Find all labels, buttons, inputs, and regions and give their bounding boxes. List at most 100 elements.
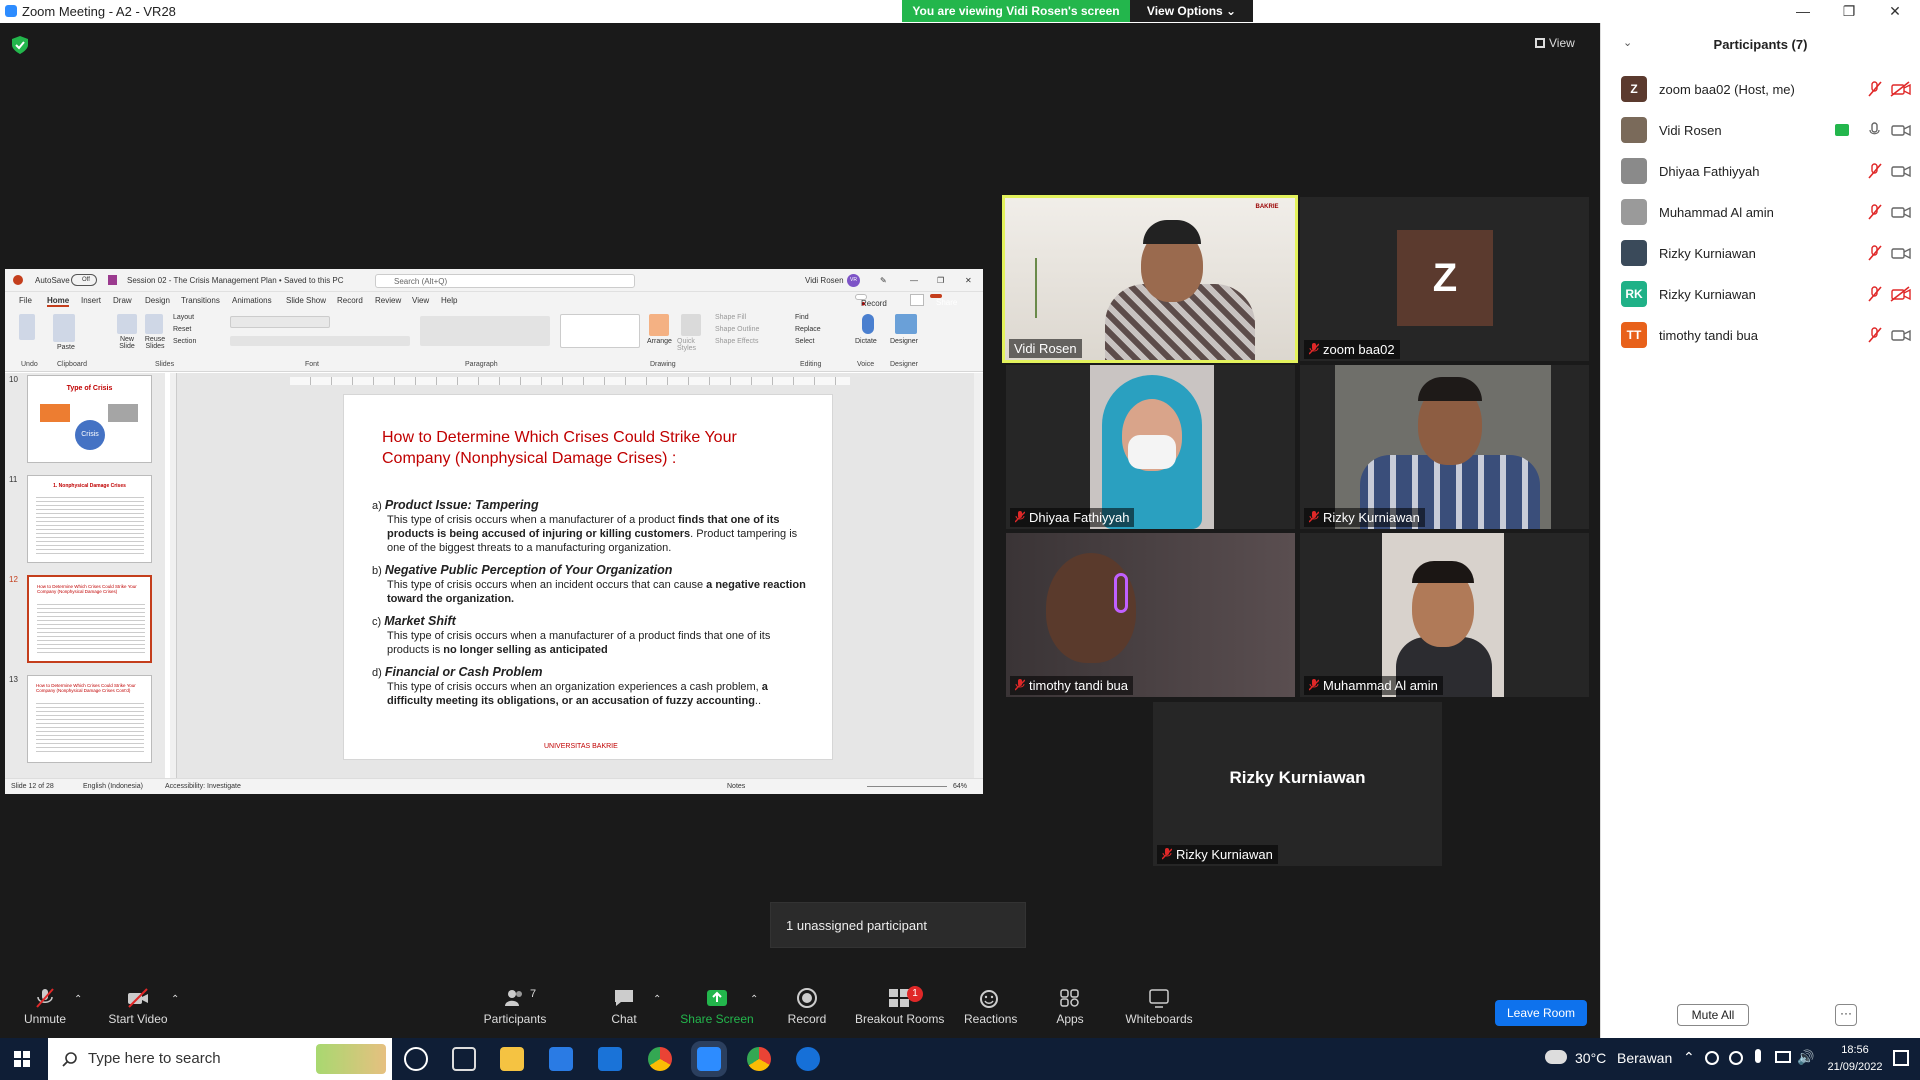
- font-name-dropdown[interactable]: [230, 316, 330, 328]
- cortana-icon[interactable]: [404, 1047, 428, 1071]
- chrome-icon-2[interactable]: [747, 1047, 771, 1071]
- record-button[interactable]: Record: [785, 988, 829, 1036]
- mute-all-button[interactable]: Mute All: [1677, 1004, 1749, 1026]
- ppt-close-icon[interactable]: ✕: [965, 276, 972, 285]
- ppt-user-avatar[interactable]: VR: [847, 274, 860, 287]
- video-tile-dhiyaa[interactable]: Dhiyaa Fathiyyah: [1006, 365, 1295, 529]
- tab-review[interactable]: Review: [375, 296, 401, 305]
- slide-thumbnail-11[interactable]: 1. Nonphysical Damage Crises: [27, 475, 152, 563]
- tab-home[interactable]: Home: [47, 296, 70, 307]
- find-button[interactable]: Find: [795, 314, 809, 321]
- document-title[interactable]: Session 02 - The Crisis Management Plan …: [127, 276, 344, 285]
- new-slide-icon[interactable]: [117, 314, 137, 334]
- tray-mic-icon[interactable]: [1755, 1049, 1761, 1063]
- quick-styles-icon[interactable]: [681, 314, 701, 336]
- slide-thumbnail-13[interactable]: How to Determine Which Crises Could Stri…: [27, 675, 152, 763]
- maximize-icon[interactable]: ❐: [1826, 0, 1872, 23]
- close-icon[interactable]: ✕: [1872, 0, 1918, 23]
- ms-store-icon[interactable]: [549, 1047, 573, 1071]
- view-options-button[interactable]: View Options ⌄: [1130, 0, 1253, 22]
- chrome-icon[interactable]: [648, 1047, 672, 1071]
- tray-network-icon[interactable]: [1729, 1051, 1743, 1065]
- font-format-buttons[interactable]: [230, 336, 410, 346]
- save-icon[interactable]: [108, 275, 117, 285]
- layout-button[interactable]: Layout: [173, 314, 194, 321]
- accessibility-status[interactable]: Accessibility: Investigate: [165, 783, 241, 790]
- dictate-mic-icon[interactable]: [862, 314, 874, 334]
- paste-icon[interactable]: [53, 314, 75, 342]
- shared-screen-powerpoint[interactable]: AutoSave Off Session 02 - The Crisis Man…: [5, 269, 983, 794]
- breakout-rooms-button[interactable]: 1 Breakout Rooms: [855, 986, 944, 1036]
- slide-thumbnail-10[interactable]: Type of Crisis Crisis: [27, 375, 152, 463]
- select-button[interactable]: Select: [795, 338, 814, 345]
- reset-button[interactable]: Reset: [173, 326, 191, 333]
- participants-button[interactable]: 7 Participants: [480, 988, 550, 1036]
- windows-start-icon[interactable]: [14, 1051, 30, 1067]
- participant-row[interactable]: Muhammad Al amin: [1621, 196, 1911, 228]
- video-options-caret-icon[interactable]: ⌃: [171, 994, 179, 1005]
- unassigned-participant-tooltip[interactable]: 1 unassigned participant: [770, 902, 1026, 948]
- tab-view[interactable]: View: [412, 296, 429, 305]
- volume-icon[interactable]: 🔊: [1797, 1049, 1814, 1066]
- participant-row[interactable]: Vidi Rosen: [1621, 114, 1911, 146]
- unmute-button[interactable]: Unmute: [22, 988, 68, 1036]
- zoom-level[interactable]: 64%: [953, 783, 967, 790]
- ppt-search-box[interactable]: Search (Alt+Q): [375, 274, 635, 288]
- taskbar-search-box[interactable]: Type here to search: [48, 1038, 392, 1080]
- encryption-shield-icon[interactable]: [12, 36, 28, 54]
- teamviewer-icon[interactable]: [796, 1047, 820, 1071]
- current-slide[interactable]: How to Determine Which Crises Could Stri…: [343, 394, 833, 760]
- start-video-button[interactable]: Start Video: [106, 988, 170, 1036]
- shape-outline-button[interactable]: Shape Outline: [715, 326, 759, 333]
- paragraph-buttons[interactable]: [420, 316, 550, 346]
- video-tile-muhammad[interactable]: Muhammad Al amin: [1300, 533, 1589, 697]
- share-options-caret-icon[interactable]: ⌃: [750, 994, 758, 1005]
- tab-record[interactable]: Record: [337, 296, 363, 305]
- tab-design[interactable]: Design: [145, 296, 170, 305]
- ppt-restore-icon[interactable]: ❐: [937, 276, 944, 285]
- designer-icon[interactable]: [895, 314, 917, 334]
- participant-row[interactable]: Rizky Kurniawan: [1621, 237, 1911, 269]
- audio-options-caret-icon[interactable]: ⌃: [74, 994, 82, 1005]
- shape-effects-button[interactable]: Shape Effects: [715, 338, 758, 345]
- apps-button[interactable]: Apps: [1054, 988, 1086, 1036]
- weather-temperature[interactable]: 30°C: [1575, 1050, 1606, 1066]
- slide-scrollbar[interactable]: [974, 373, 983, 778]
- tab-draw[interactable]: Draw: [113, 296, 132, 305]
- tray-expand-icon[interactable]: ⌃: [1683, 1049, 1695, 1066]
- tab-file[interactable]: File: [19, 296, 32, 305]
- notes-button[interactable]: Notes: [727, 783, 745, 790]
- undo-icon[interactable]: [19, 314, 35, 340]
- participant-row[interactable]: RK Rizky Kurniawan: [1621, 278, 1911, 310]
- share-screen-button[interactable]: Share Screen: [680, 988, 754, 1036]
- zoom-taskbar-icon[interactable]: [697, 1047, 721, 1071]
- whiteboards-button[interactable]: Whiteboards: [1125, 988, 1193, 1036]
- comments-icon[interactable]: [910, 294, 924, 306]
- video-tile-rizky[interactable]: Rizky Kurniawan: [1300, 365, 1589, 529]
- ppt-record-button[interactable]: ● Record: [855, 294, 887, 308]
- slide-thumbnail-12-selected[interactable]: How to Determine Which Crises Could Stri…: [27, 575, 152, 663]
- tray-display-icon[interactable]: [1775, 1051, 1791, 1063]
- reuse-slides-icon[interactable]: [145, 314, 163, 334]
- replace-button[interactable]: Replace: [795, 326, 821, 333]
- language-status[interactable]: English (Indonesia): [83, 783, 143, 790]
- video-tile-timothy[interactable]: timothy tandi bua: [1006, 533, 1295, 697]
- minimize-icon[interactable]: —: [1780, 0, 1826, 23]
- arrange-icon[interactable]: [649, 314, 669, 336]
- notifications-icon[interactable]: [1893, 1050, 1909, 1066]
- autosave-toggle[interactable]: Off: [71, 274, 97, 286]
- tab-insert[interactable]: Insert: [81, 296, 101, 305]
- view-layout-button[interactable]: View: [1535, 32, 1591, 54]
- video-tile-rizky-2[interactable]: Rizky Kurniawan Rizky Kurniawan: [1153, 702, 1442, 866]
- file-explorer-icon[interactable]: [500, 1047, 524, 1071]
- leave-room-button[interactable]: Leave Room: [1495, 1000, 1587, 1026]
- participant-row[interactable]: Dhiyaa Fathiyyah: [1621, 155, 1911, 187]
- video-tile-active-speaker[interactable]: BAKRIE Vidi Rosen: [1002, 195, 1298, 363]
- shapes-gallery[interactable]: [560, 314, 640, 348]
- more-options-button[interactable]: ···: [1835, 1004, 1857, 1026]
- tab-animations[interactable]: Animations: [232, 296, 272, 305]
- video-tile-zoom-baa02[interactable]: Z zoom baa02: [1300, 197, 1589, 361]
- ppt-minimize-icon[interactable]: —: [910, 276, 918, 285]
- pen-icon[interactable]: ✎: [880, 276, 887, 285]
- tab-help[interactable]: Help: [441, 296, 457, 305]
